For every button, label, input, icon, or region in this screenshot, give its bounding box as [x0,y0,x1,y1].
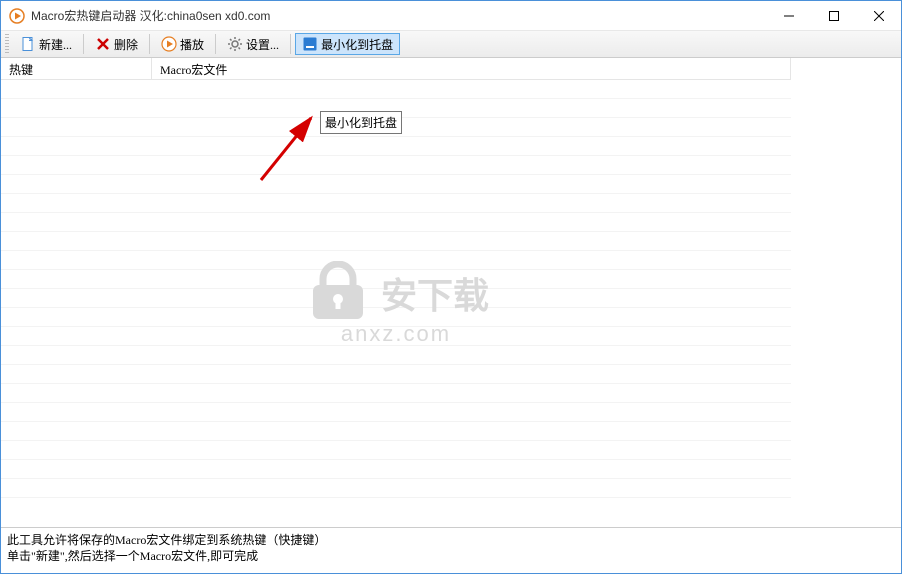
tooltip: 最小化到托盘 [320,111,402,134]
listview-header: 热键 Macro宏文件 [1,58,791,80]
list-item[interactable] [1,403,791,422]
delete-button[interactable]: 删除 [88,33,145,55]
help-line-1: 此工具允许将保存的Macro宏文件绑定到系统热键（快捷键） [7,532,895,548]
list-item[interactable] [1,384,791,403]
list-item[interactable] [1,232,791,251]
list-item[interactable] [1,308,791,327]
new-label: 新建... [39,36,72,53]
gear-icon [227,36,243,52]
settings-label: 设置... [246,36,279,53]
help-panel: 此工具允许将保存的Macro宏文件绑定到系统热键（快捷键） 单击"新建",然后选… [1,527,901,573]
list-item[interactable] [1,365,791,384]
content-area: 热键 Macro宏文件 [1,58,901,573]
delete-label: 删除 [114,36,138,53]
column-macrofile[interactable]: Macro宏文件 [152,58,791,79]
window-controls [766,1,901,30]
toolbar-grip [5,34,9,54]
toolbar-separator [83,34,84,54]
delete-icon [95,36,111,52]
new-button[interactable]: 新建... [13,33,79,55]
new-file-icon [20,36,36,52]
play-button[interactable]: 播放 [154,33,211,55]
app-window: Macro宏热键启动器 汉化:china0sen xd0.com 新建... 删… [0,0,902,574]
list-item[interactable] [1,213,791,232]
list-item[interactable] [1,460,791,479]
toolbar-separator [215,34,216,54]
listview-body[interactable]: 最小化到托盘 安下载 [1,80,791,527]
list-item[interactable] [1,479,791,498]
hotkey-listview[interactable]: 热键 Macro宏文件 [1,58,791,527]
toolbar: 新建... 删除 播放 设置... 最小化到托盘 [1,31,901,58]
window-title: Macro宏热键启动器 汉化:china0sen xd0.com [31,7,766,24]
play-icon [161,36,177,52]
minimize-tray-label: 最小化到托盘 [321,36,393,53]
list-item[interactable] [1,156,791,175]
toolbar-separator [149,34,150,54]
close-window-button[interactable] [856,1,901,30]
titlebar: Macro宏热键启动器 汉化:china0sen xd0.com [1,1,901,31]
tray-icon [302,36,318,52]
list-item[interactable] [1,422,791,441]
toolbar-separator [290,34,291,54]
list-item[interactable] [1,194,791,213]
minimize-to-tray-button[interactable]: 最小化到托盘 [295,33,400,55]
minimize-window-button[interactable] [766,1,811,30]
list-item[interactable] [1,80,791,99]
list-item[interactable] [1,270,791,289]
play-label: 播放 [180,36,204,53]
list-item[interactable] [1,175,791,194]
app-icon [9,8,25,24]
list-item[interactable] [1,346,791,365]
list-item[interactable] [1,441,791,460]
list-item[interactable] [1,251,791,270]
settings-button[interactable]: 设置... [220,33,286,55]
list-item[interactable] [1,327,791,346]
maximize-window-button[interactable] [811,1,856,30]
column-hotkey[interactable]: 热键 [1,58,152,79]
list-item[interactable] [1,289,791,308]
help-line-2: 单击"新建",然后选择一个Macro宏文件,即可完成 [7,548,895,564]
list-item[interactable] [1,137,791,156]
